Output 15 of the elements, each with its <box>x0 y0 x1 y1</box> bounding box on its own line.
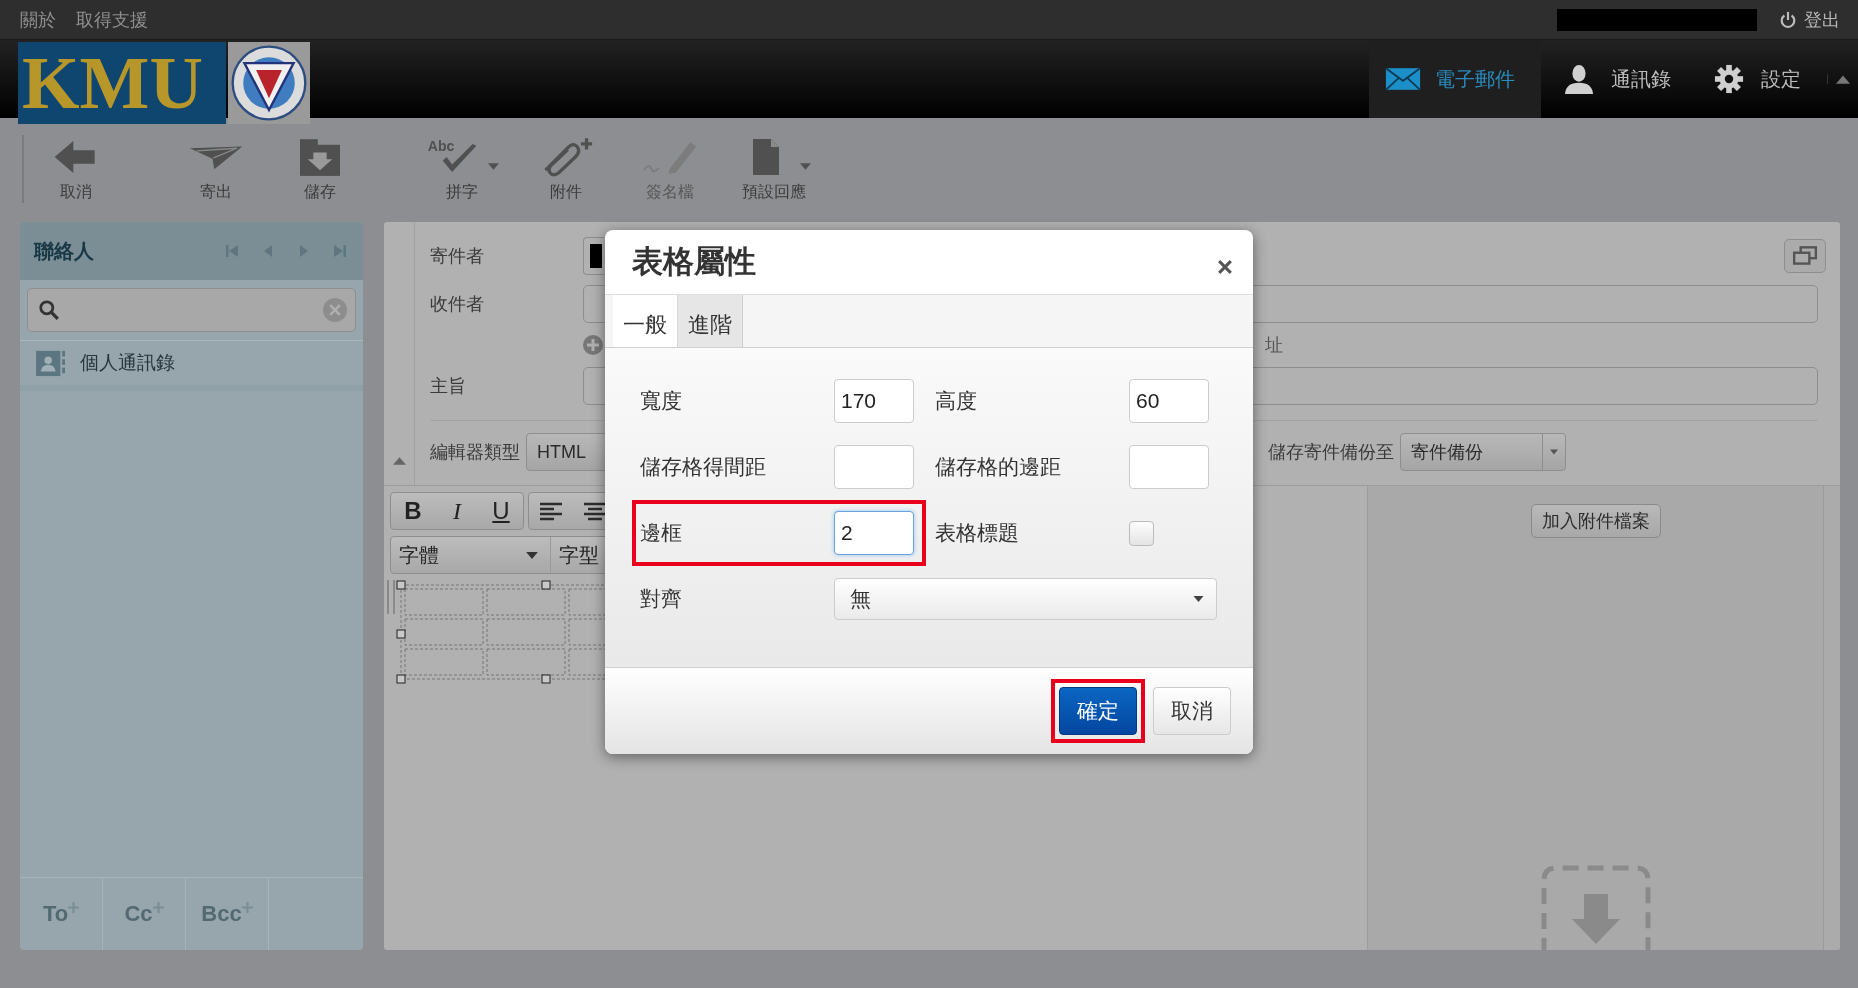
dialog-title: 表格屬性 <box>632 243 756 281</box>
field-label: 高度 <box>935 388 978 414</box>
field-label: 寄件者 <box>430 245 485 268</box>
field-label: 收件者 <box>430 293 485 316</box>
logo-text: KMU <box>18 42 226 124</box>
field-label: 對齊 <box>640 586 683 612</box>
field-label: 編輯器類型 <box>430 441 520 464</box>
field-label: 主旨 <box>430 375 467 398</box>
field-label: 寬度 <box>640 388 683 414</box>
field-label: 表格標題 <box>935 520 1020 546</box>
panel-title: 聯絡人 <box>34 238 94 264</box>
field-label: 儲存格的邊距 <box>935 454 1062 480</box>
address-hint: 址 <box>1265 334 1283 357</box>
field-label: 儲存寄件備份至 <box>1268 441 1394 464</box>
field-label: 邊框 <box>640 520 683 546</box>
